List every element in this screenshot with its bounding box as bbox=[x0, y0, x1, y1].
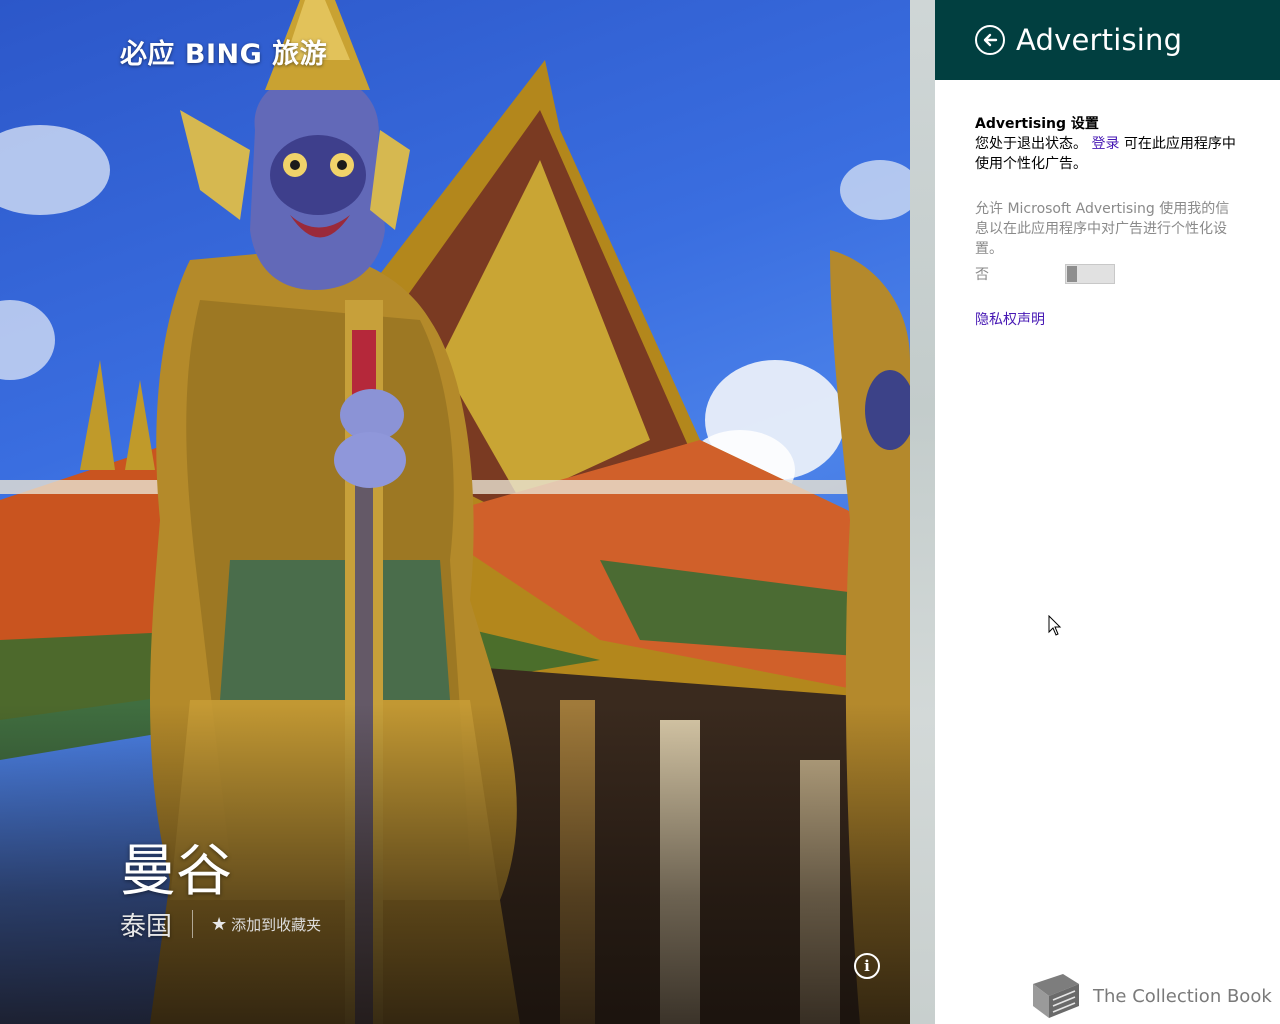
toggle-thumb[interactable] bbox=[1067, 266, 1077, 282]
flyout-title: Advertising bbox=[1016, 23, 1183, 57]
hero-image: 必应 BING 旅游 曼谷 泰国 ★ 添加到收藏夹 i bbox=[0, 0, 910, 1024]
opt-out-status-text: 您处于退出状态。 登录 可在此应用程序中使用个性化广告。 bbox=[975, 134, 1240, 174]
signin-link[interactable]: 登录 bbox=[1091, 136, 1119, 152]
back-button[interactable] bbox=[975, 25, 1005, 55]
privacy-statement-link[interactable]: 隐私权声明 bbox=[975, 309, 1240, 329]
status-prefix: 您处于退出状态。 bbox=[975, 136, 1087, 152]
star-add-icon: ★ bbox=[211, 913, 228, 935]
app-title: 必应 BING 旅游 bbox=[120, 39, 328, 70]
advertising-toggle-switch[interactable] bbox=[1065, 264, 1115, 284]
mouse-cursor-icon bbox=[1048, 615, 1062, 636]
info-icon: i bbox=[864, 957, 870, 975]
book-icon bbox=[1033, 974, 1079, 1018]
advertising-settings-flyout: Advertising Advertising 设置 您处于退出状态。 登录 可… bbox=[935, 0, 1280, 1024]
add-to-favorites-label: 添加到收藏夹 bbox=[231, 915, 322, 934]
destination-country: 泰国 bbox=[120, 911, 173, 942]
advertising-toggle-row: 否 bbox=[975, 263, 1240, 285]
meta-divider bbox=[192, 910, 194, 938]
flyout-body: Advertising 设置 您处于退出状态。 登录 可在此应用程序中使用个性化… bbox=[935, 80, 1280, 329]
advertising-section-title: Advertising 设置 bbox=[975, 116, 1099, 132]
destination-city: 曼谷 bbox=[120, 839, 232, 904]
allow-advertising-description: 允许 Microsoft Advertising 使用我的信息以在此应用程序中对… bbox=[975, 201, 1230, 257]
destination-meta-row: 泰国 ★ 添加到收藏夹 bbox=[120, 905, 321, 943]
toggle-state-label: 否 bbox=[975, 267, 989, 283]
flyout-header: Advertising bbox=[935, 0, 1280, 80]
watermark: The Collection Book bbox=[1027, 972, 1272, 1020]
back-arrow-circle-icon bbox=[983, 33, 998, 47]
add-to-favorites-button[interactable]: ★ 添加到收藏夹 bbox=[211, 914, 321, 935]
info-button[interactable]: i bbox=[854, 953, 880, 979]
watermark-text: The Collection Book bbox=[1093, 985, 1272, 1007]
map-background-strip bbox=[910, 0, 935, 1024]
